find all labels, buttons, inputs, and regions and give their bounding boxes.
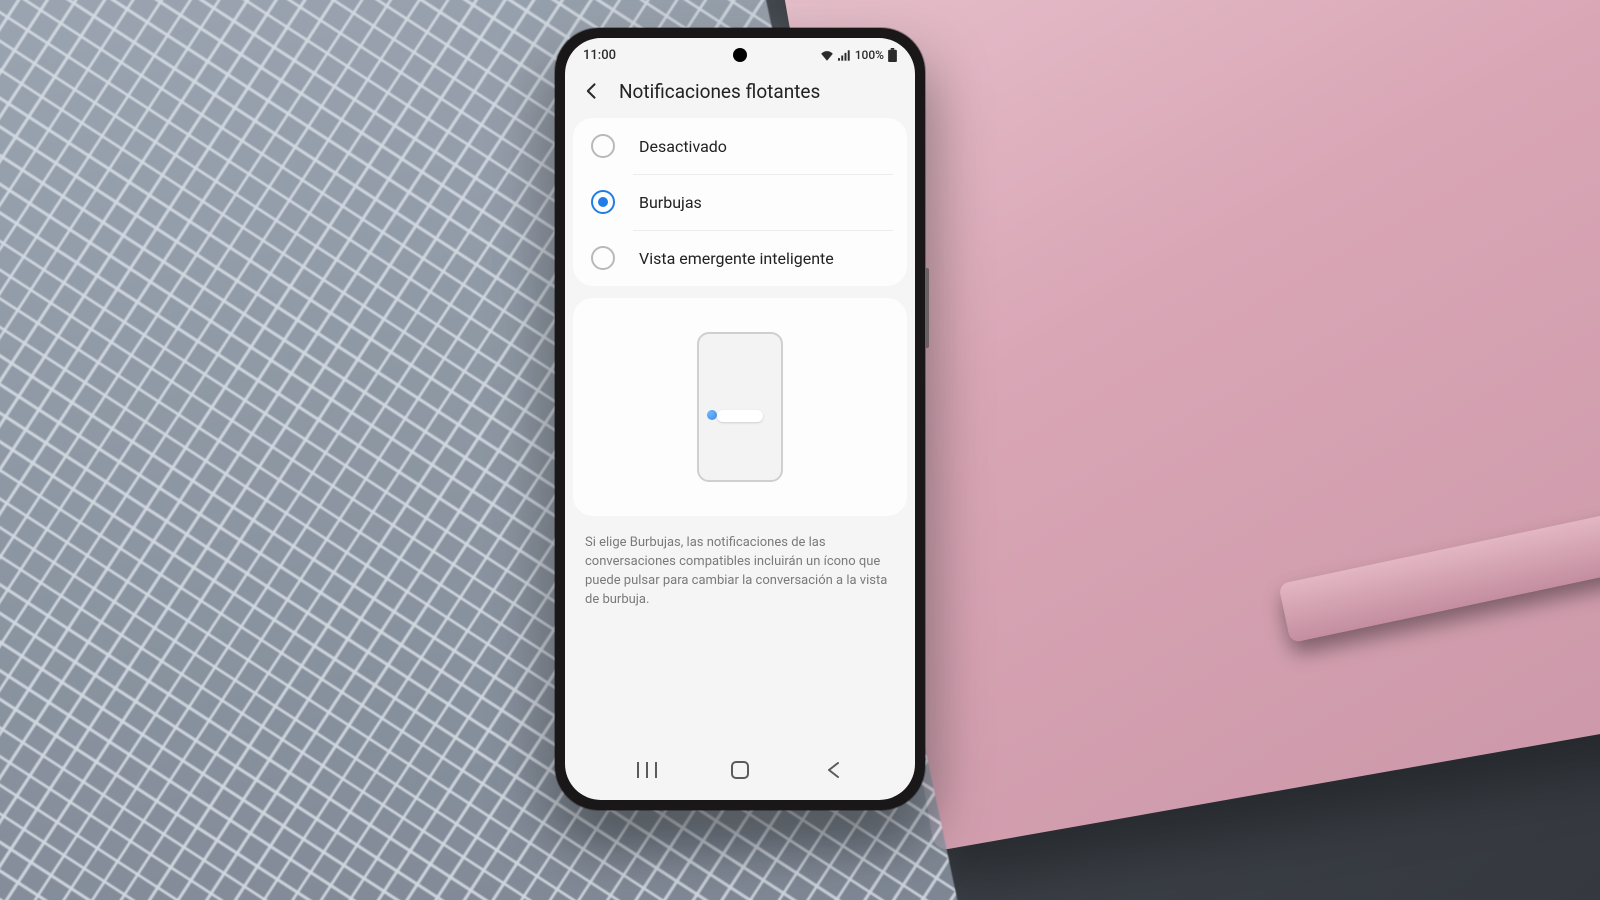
wifi-icon xyxy=(820,50,834,61)
status-time: 11:00 xyxy=(583,48,616,63)
phone-frame: 11:00 100% xyxy=(555,28,925,810)
battery-icon xyxy=(888,48,897,62)
option-burbujas[interactable]: Burbujas xyxy=(573,174,907,230)
background-photo: 11:00 100% xyxy=(0,0,1600,900)
chevron-left-icon xyxy=(582,81,602,101)
back-icon xyxy=(825,761,841,779)
radio-icon xyxy=(591,134,615,158)
option-label: Burbujas xyxy=(639,193,702,212)
nav-recents-button[interactable] xyxy=(633,756,661,784)
option-desactivado[interactable]: Desactivado xyxy=(573,118,907,174)
spacer xyxy=(565,609,915,746)
phone-side-button xyxy=(925,268,929,348)
status-right-cluster: 100% xyxy=(820,48,897,62)
preview-phone-illustration xyxy=(697,332,783,482)
nav-home-button[interactable] xyxy=(726,756,754,784)
home-icon xyxy=(731,761,749,779)
preview-notification-bar xyxy=(717,410,763,422)
signal-icon xyxy=(838,50,851,61)
options-card: Desactivado Burbujas Vista emergente int… xyxy=(573,118,907,286)
status-battery-text: 100% xyxy=(855,48,884,62)
navigation-bar xyxy=(565,746,915,800)
radio-icon xyxy=(591,190,615,214)
page-title: Notificaciones flotantes xyxy=(619,80,820,103)
nav-back-button[interactable] xyxy=(819,756,847,784)
phone-screen: 11:00 100% xyxy=(565,38,915,800)
preview-bubble-icon xyxy=(707,410,717,420)
option-vista-emergente[interactable]: Vista emergente inteligente xyxy=(573,230,907,286)
option-description: Si elige Burbujas, las notificaciones de… xyxy=(565,516,915,609)
back-button[interactable] xyxy=(579,78,605,104)
option-label: Desactivado xyxy=(639,137,727,156)
camera-punch-hole xyxy=(733,48,747,62)
radio-icon xyxy=(591,246,615,270)
header: Notificaciones flotantes xyxy=(565,72,915,118)
preview-card xyxy=(573,298,907,516)
recents-icon xyxy=(637,762,657,778)
option-label: Vista emergente inteligente xyxy=(639,249,834,268)
